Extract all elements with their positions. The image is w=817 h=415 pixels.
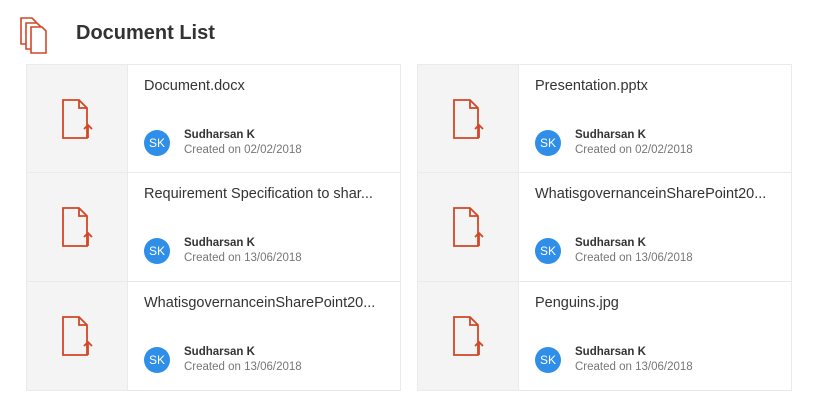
created-date: Created on 02/02/2018 bbox=[184, 144, 302, 156]
document-author: SK Sudharsan K Created on 13/06/2018 bbox=[535, 236, 693, 266]
author-name: Sudharsan K bbox=[184, 346, 255, 358]
document-card[interactable]: WhatisgovernanceinSharePoint20... SK Sud… bbox=[417, 172, 792, 282]
page-title: Document List bbox=[76, 22, 215, 44]
document-title[interactable]: Requirement Specification to shar... bbox=[144, 184, 384, 204]
author-name: Sudharsan K bbox=[184, 237, 255, 249]
avatar: SK bbox=[144, 347, 170, 373]
author-name: Sudharsan K bbox=[575, 346, 646, 358]
author-name: Sudharsan K bbox=[575, 129, 646, 141]
document-upload-icon bbox=[62, 316, 93, 356]
document-thumbnail bbox=[418, 173, 519, 281]
avatar: SK bbox=[144, 238, 170, 264]
document-card[interactable]: Document.docx SK Sudharsan K Created on … bbox=[26, 64, 401, 173]
document-upload-icon bbox=[62, 98, 93, 139]
avatar: SK bbox=[535, 130, 561, 156]
document-author: SK Sudharsan K Created on 02/02/2018 bbox=[144, 128, 302, 158]
avatar: SK bbox=[144, 130, 170, 156]
document-title[interactable]: Document.docx bbox=[144, 76, 384, 96]
document-thumbnail bbox=[27, 282, 128, 390]
document-thumbnail bbox=[27, 65, 128, 172]
document-card[interactable]: WhatisgovernanceinSharePoint20... SK Sud… bbox=[26, 281, 401, 391]
document-upload-icon bbox=[453, 98, 484, 139]
document-upload-icon bbox=[453, 316, 484, 356]
document-author: SK Sudharsan K Created on 13/06/2018 bbox=[144, 345, 302, 375]
document-title[interactable]: Penguins.jpg bbox=[535, 293, 775, 313]
avatar: SK bbox=[535, 347, 561, 373]
document-card[interactable]: Penguins.jpg SK Sudharsan K Created on 1… bbox=[417, 281, 792, 391]
document-thumbnail bbox=[418, 282, 519, 390]
avatar: SK bbox=[535, 238, 561, 264]
document-grid: Document.docx SK Sudharsan K Created on … bbox=[26, 64, 792, 391]
author-name: Sudharsan K bbox=[575, 237, 646, 249]
document-card[interactable]: Requirement Specification to shar... SK … bbox=[26, 172, 401, 282]
created-date: Created on 02/02/2018 bbox=[575, 144, 693, 156]
document-title[interactable]: WhatisgovernanceinSharePoint20... bbox=[144, 293, 384, 313]
document-author: SK Sudharsan K Created on 13/06/2018 bbox=[144, 236, 302, 266]
document-title[interactable]: WhatisgovernanceinSharePoint20... bbox=[535, 184, 775, 204]
document-upload-icon bbox=[62, 207, 93, 247]
page-header: Document List bbox=[18, 14, 215, 54]
created-date: Created on 13/06/2018 bbox=[575, 361, 693, 373]
author-name: Sudharsan K bbox=[184, 129, 255, 141]
document-author: SK Sudharsan K Created on 02/02/2018 bbox=[535, 128, 693, 158]
created-date: Created on 13/06/2018 bbox=[575, 252, 693, 264]
document-title[interactable]: Presentation.pptx bbox=[535, 76, 775, 96]
document-author: SK Sudharsan K Created on 13/06/2018 bbox=[535, 345, 693, 375]
created-date: Created on 13/06/2018 bbox=[184, 361, 302, 373]
document-card[interactable]: Presentation.pptx SK Sudharsan K Created… bbox=[417, 64, 792, 173]
document-upload-icon bbox=[453, 207, 484, 247]
created-date: Created on 13/06/2018 bbox=[184, 252, 302, 264]
document-thumbnail bbox=[27, 173, 128, 281]
documents-stack-icon bbox=[20, 17, 47, 54]
document-thumbnail bbox=[418, 65, 519, 172]
